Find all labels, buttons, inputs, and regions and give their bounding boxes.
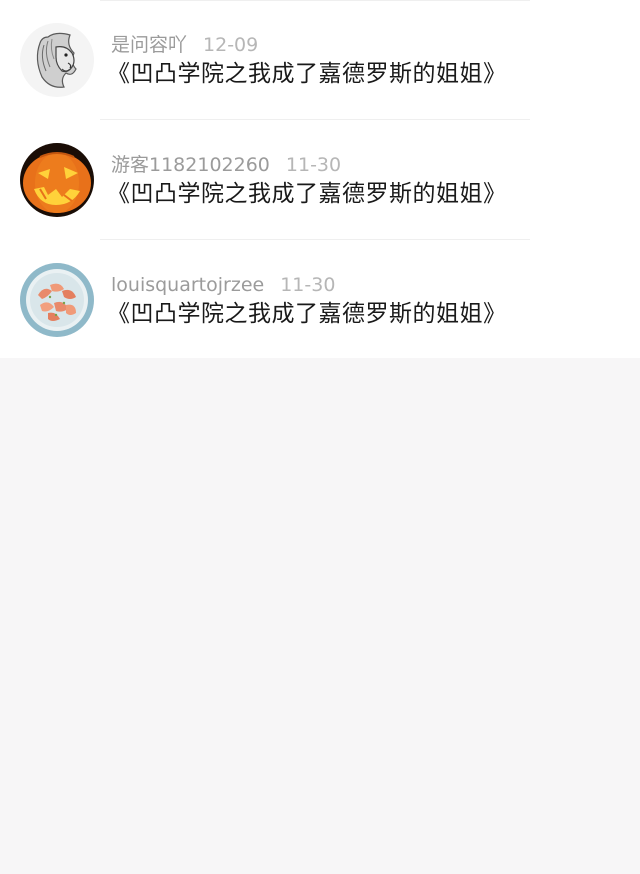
lion-sketch-avatar[interactable] [20,23,94,97]
comment-date: 11-30 [285,154,342,176]
comment-item[interactable]: 游客1182102260 11-30 《凹凸学院之我成了嘉德罗斯的姐姐》 [0,120,640,240]
username[interactable]: louisquartojrzee [111,274,264,296]
comment-meta: 游客1182102260 11-30 [111,153,341,177]
comment-text: 《凹凸学院之我成了嘉德罗斯的姐姐》 [107,61,507,87]
shrimp-dish-avatar[interactable] [20,263,94,337]
comment-meta: 是问容吖 12-09 [111,33,258,57]
jack-o-lantern-avatar[interactable] [20,143,94,217]
comment-text: 《凹凸学院之我成了嘉德罗斯的姐姐》 [107,181,507,207]
comment-list: 是问容吖 12-09 《凹凸学院之我成了嘉德罗斯的姐姐》 游客1182102260… [0,0,640,358]
comment-date: 11-30 [280,274,336,296]
comment-meta: louisquartojrzee 11-30 [111,273,335,297]
username[interactable]: 是问容吖 [111,34,187,56]
comment-item[interactable]: louisquartojrzee 11-30 《凹凸学院之我成了嘉德罗斯的姐姐》 [0,240,640,360]
username[interactable]: 游客1182102260 [111,154,270,176]
comment-date: 12-09 [203,34,259,56]
comment-item[interactable]: 是问容吖 12-09 《凹凸学院之我成了嘉德罗斯的姐姐》 [0,0,640,120]
comment-text: 《凹凸学院之我成了嘉德罗斯的姐姐》 [107,301,507,327]
